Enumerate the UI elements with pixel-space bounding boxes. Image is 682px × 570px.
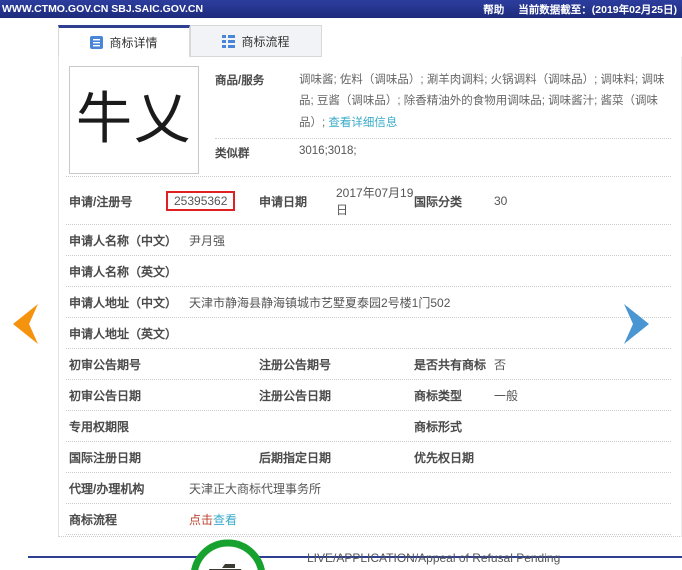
row-trademark-flow: 商标流程 点击查看 bbox=[66, 503, 671, 534]
field-label: 初审公告日期 bbox=[69, 389, 142, 403]
document-icon bbox=[90, 36, 104, 49]
tab-label: 商标详情 bbox=[109, 36, 158, 50]
field-label: 申请人名称（中文） bbox=[69, 234, 178, 248]
field-label: 代理/办理机构 bbox=[69, 482, 145, 496]
trademark-type-value: 一般 bbox=[494, 389, 519, 403]
field-label: 申请日期 bbox=[259, 194, 308, 209]
application-number-highlight: 25395362 bbox=[166, 191, 236, 211]
row-applicant-address-en: 申请人地址（英文） bbox=[66, 317, 671, 348]
shared-trademark-value: 否 bbox=[494, 358, 507, 372]
field-label: 商标流程 bbox=[69, 513, 118, 527]
similar-group-value: 3016;3018; bbox=[299, 144, 357, 157]
field-label: 商标类型 bbox=[414, 389, 463, 403]
field-label: 初审公告期号 bbox=[69, 358, 142, 372]
row-publication-numbers: 初审公告期号 注册公告期号 是否共有商标 否 bbox=[66, 348, 671, 379]
detail-rows: 申请/注册号 25395362 申请日期 2017年07月19日 国际分类 30… bbox=[66, 176, 671, 570]
tab-label: 商标流程 bbox=[241, 34, 290, 49]
row-applicant-address-cn: 申请人地址（中文） 天津市静海县静海镇城市艺墅夏泰园2号楼1门502 bbox=[66, 286, 671, 317]
site-url-text: WWW.CTMO.GOV.CN SBJ.SAIC.GOV.CN bbox=[2, 3, 204, 15]
data-until-text: 当前数据截至：(2019年02月25日) bbox=[518, 3, 677, 16]
field-label: 国际注册日期 bbox=[69, 451, 142, 465]
goods-text: 调味酱; 佐料（调味品）; 涮羊肉调料; 火锅调料（调味品）; 调味料; 调味品… bbox=[299, 74, 665, 129]
next-arrow-icon[interactable] bbox=[622, 303, 652, 345]
similar-group-label: 类似群 bbox=[215, 147, 250, 160]
field-label: 注册公告日期 bbox=[259, 389, 332, 403]
view-detail-link[interactable]: 查看详细信息 bbox=[328, 117, 397, 129]
row-agent: 代理/办理机构 天津正大商标代理事务所 bbox=[66, 472, 671, 503]
previous-arrow-icon[interactable] bbox=[10, 303, 40, 345]
tab-bar: 商标详情 商标流程 bbox=[58, 25, 322, 57]
field-label: 申请人地址（中文） bbox=[69, 296, 178, 310]
field-label: 商标形式 bbox=[414, 420, 463, 434]
trademark-image: 牛乂 bbox=[69, 66, 199, 174]
row-international-dates: 国际注册日期 后期指定日期 优先权日期 bbox=[66, 441, 671, 472]
field-label: 申请人名称（英文） bbox=[69, 265, 178, 279]
field-label: 国际分类 bbox=[414, 194, 463, 209]
row-applicant-name-en: 申请人名称（英文） bbox=[66, 255, 671, 286]
applicant-name-cn-value: 尹月强 bbox=[189, 234, 226, 248]
applicant-address-cn-value: 天津市静海县静海镇城市艺墅夏泰园2号楼1门502 bbox=[189, 296, 451, 310]
field-label: 申请人地址（英文） bbox=[69, 327, 178, 341]
trademark-detail-panel: 牛乂 商品/服务 调味酱; 佐料（调味品）; 涮羊肉调料; 火锅调料（调味品）;… bbox=[58, 57, 682, 570]
trademark-status-icon bbox=[189, 538, 267, 570]
trademark-section: 牛乂 商品/服务 调味酱; 佐料（调味品）; 涮羊肉调料; 火锅调料（调味品）;… bbox=[66, 57, 671, 176]
field-label: 是否共有商标 bbox=[414, 358, 487, 372]
click-to-view-link[interactable]: 点击查看 bbox=[189, 513, 237, 527]
row-application-number: 申请/注册号 25395362 申请日期 2017年07月19日 国际分类 30 bbox=[66, 176, 671, 224]
row-trademark-status: 商标状态图标 LIVE/APPLICATION/Appeal of Refusa… bbox=[66, 534, 671, 570]
goods-label: 商品/服务 bbox=[215, 75, 265, 87]
help-link[interactable]: 帮助 bbox=[483, 2, 504, 17]
field-label: 注册公告期号 bbox=[259, 358, 332, 372]
row-applicant-name-cn: 申请人名称（中文） 尹月强 bbox=[66, 224, 671, 255]
intl-class-value: 30 bbox=[494, 194, 508, 208]
status-live-text: LIVE/APPLICATION/Appeal of Refusal Pendi… bbox=[307, 551, 561, 565]
field-label: 后期指定日期 bbox=[259, 451, 332, 465]
field-label: 专用权期限 bbox=[69, 420, 130, 434]
agent-value: 天津正大商标代理事务所 bbox=[189, 482, 322, 496]
grid-icon bbox=[222, 34, 236, 48]
trademark-mark-text: 牛乂 bbox=[76, 89, 192, 151]
top-bar: WWW.CTMO.GOV.CN SBJ.SAIC.GOV.CN 帮助 当前数据截… bbox=[0, 0, 682, 18]
row-exclusive-term: 专用权期限 商标形式 bbox=[66, 410, 671, 441]
tab-trademark-detail[interactable]: 商标详情 bbox=[58, 25, 190, 57]
tab-trademark-flow[interactable]: 商标流程 bbox=[190, 25, 322, 57]
row-publication-dates: 初审公告日期 注册公告日期 商标类型 一般 bbox=[66, 379, 671, 410]
field-label: 优先权日期 bbox=[414, 451, 475, 465]
application-date-value: 2017年07月19日 bbox=[336, 186, 414, 217]
field-label: 申请/注册号 bbox=[69, 194, 133, 209]
